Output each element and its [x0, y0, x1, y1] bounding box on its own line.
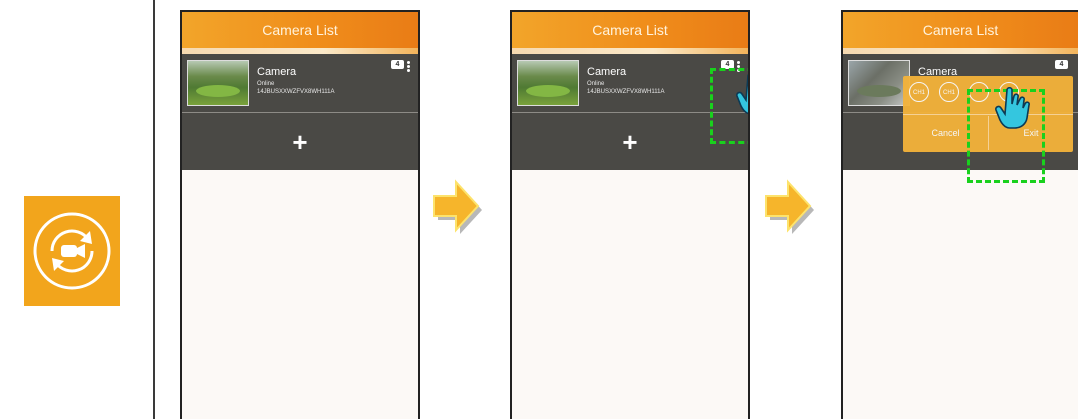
vertical-divider	[153, 0, 155, 419]
camera-thumbnail[interactable]	[517, 60, 579, 106]
phone-screen-3: Camera List Camera 4 CH1 CH1 Cancel Exit	[841, 10, 1078, 419]
hand-pointer-icon	[995, 86, 1030, 129]
camera-switch-icon	[33, 212, 111, 290]
arrow-right-icon	[765, 179, 814, 234]
channel-button[interactable]: CH1	[939, 82, 959, 102]
header: Camera List	[182, 12, 418, 54]
header-title: Camera List	[262, 22, 338, 38]
more-icon[interactable]	[407, 61, 411, 73]
header-title: Camera List	[592, 22, 668, 38]
arrow-right-icon	[433, 179, 482, 234]
hand-pointer-icon	[736, 74, 748, 115]
phone-screen-2: Camera List Camera Online 14JBUSXXWZFVX8…	[510, 10, 750, 419]
camera-thumbnail[interactable]	[848, 60, 910, 106]
camera-status: Online	[587, 81, 605, 87]
header: Camera List	[512, 12, 748, 54]
header-title: Camera List	[922, 22, 999, 38]
camera-name: Camera	[257, 66, 297, 78]
camera-list: Camera Online 14JBUSXXWZFVX8WH111A 4 +	[182, 54, 418, 170]
camera-name: Camera	[587, 66, 627, 78]
channel-count-badge[interactable]: 4	[391, 60, 404, 69]
channel-count-badge[interactable]: 4	[1055, 60, 1068, 69]
camera-thumbnail[interactable]	[187, 60, 249, 106]
header: Camera List	[843, 12, 1078, 54]
camera-uid: 14JBUSXXWZFVX8WH111A	[587, 89, 665, 95]
camera-uid: 14JBUSXXWZFVX8WH111A	[257, 89, 335, 95]
channel-button[interactable]: CH1	[909, 82, 929, 102]
camera-row[interactable]: Camera Online 14JBUSXXWZFVX8WH111A 4	[182, 54, 418, 113]
camera-switch-tile	[24, 196, 120, 306]
add-camera-button[interactable]: +	[182, 114, 418, 170]
phone-screen-1: Camera List Camera Online 14JBUSXXWZFVX8…	[180, 10, 420, 419]
camera-status: Online	[257, 81, 275, 87]
